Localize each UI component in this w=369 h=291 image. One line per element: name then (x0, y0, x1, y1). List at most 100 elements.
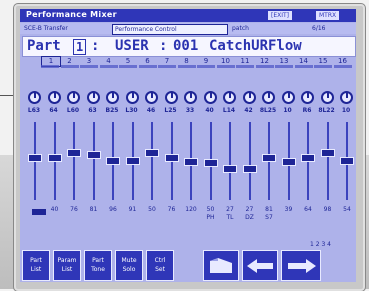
folder-button[interactable] (203, 250, 239, 281)
fader-cap[interactable] (106, 156, 120, 165)
channel-indicator (216, 65, 235, 68)
pan-value: 64 (49, 107, 58, 114)
pan-knob[interactable] (106, 91, 119, 104)
level-value: 64 (304, 206, 312, 213)
pan-knob[interactable] (67, 91, 80, 104)
fader-cap[interactable] (242, 165, 257, 174)
pan-knob[interactable] (262, 91, 275, 104)
channel-indicator (80, 65, 98, 68)
pan-knob[interactable] (47, 91, 61, 104)
function-buttons: Part List Param List Part Tone Mute Solo… (20, 250, 356, 282)
pan-knob[interactable] (242, 91, 256, 104)
channel-number[interactable]: 6 (139, 57, 157, 65)
arrow-right-icon (288, 259, 316, 273)
fader-cap[interactable] (223, 165, 237, 174)
fader-cap[interactable] (320, 149, 335, 158)
pan-knob[interactable] (203, 91, 217, 104)
fader-cap[interactable] (145, 149, 159, 158)
pan-knob[interactable] (301, 91, 314, 104)
part-tone-button[interactable]: Part Tone (84, 250, 112, 281)
exit-tag[interactable]: [EXIT] (268, 11, 293, 20)
channel-indicator (138, 65, 157, 68)
pan-value: L30 (125, 107, 138, 114)
part-bar: Part 1 : USER : 001 CatchURFlow (22, 36, 356, 57)
channel-indicator (333, 65, 352, 68)
fader-cap[interactable] (47, 154, 62, 163)
fader-track (151, 122, 153, 200)
fader-cap[interactable] (203, 159, 218, 168)
sub-label: PH (206, 214, 215, 221)
channel-number[interactable]: 11 (236, 57, 254, 65)
pan-knob[interactable] (145, 91, 158, 104)
btn-line: Param (57, 257, 77, 264)
pan-knob[interactable] (340, 91, 353, 104)
channel-number[interactable]: 8 (178, 57, 196, 65)
btn-line: Tone (91, 266, 105, 273)
fader-cap[interactable] (86, 150, 101, 159)
patch-number: 001 (173, 38, 199, 54)
mute-solo-button[interactable]: Mute Solo (115, 250, 143, 281)
level-value: 96 (109, 206, 117, 213)
fader-cap[interactable] (262, 153, 276, 162)
level-value: 40 (50, 206, 59, 213)
fader-cap[interactable] (67, 149, 81, 158)
pan-knob[interactable] (184, 91, 197, 104)
fader-cap[interactable] (125, 156, 140, 165)
channel-number[interactable]: 12 (256, 57, 274, 65)
part-list-button[interactable]: Part List (22, 250, 50, 281)
channel-number[interactable]: 3 (80, 57, 98, 65)
fader-cap[interactable] (164, 153, 179, 162)
pan-knob[interactable] (320, 91, 334, 104)
channel-number[interactable]: 7 (158, 57, 176, 65)
fader-cap[interactable] (281, 158, 296, 166)
channel-number[interactable]: 14 (295, 57, 313, 65)
channel-indicator (99, 65, 118, 68)
folder-icon (210, 258, 232, 273)
lcd-screen: Performance Mixer [EXIT] MTRX SCE-B Tran… (20, 9, 356, 282)
pan-value: 10 (283, 107, 292, 114)
pan-knob[interactable] (281, 91, 295, 104)
level-value: 27 (226, 206, 234, 213)
btn-line: List (61, 266, 73, 273)
pan-knob[interactable] (164, 91, 178, 104)
level-value: 27 (245, 206, 254, 213)
pan-value: 63 (88, 107, 97, 114)
fader-cap[interactable] (301, 153, 315, 162)
channel-indicator (41, 65, 59, 68)
arrow-right-button[interactable] (281, 250, 321, 281)
patch-name[interactable]: CatchURFlow (209, 38, 302, 55)
sub-label: TL (226, 214, 234, 221)
fader-cap[interactable] (340, 156, 354, 165)
pan-value: B25 (105, 107, 119, 114)
param-list-button[interactable]: Param List (53, 250, 81, 281)
fader-track (248, 122, 251, 200)
pan-knob[interactable] (28, 91, 41, 104)
fader-cap[interactable] (184, 158, 198, 166)
info-row: SCE-B Transfer Performance Control patch… (20, 23, 356, 35)
part-number[interactable]: 1 (73, 39, 87, 55)
pan-value: L14 (222, 107, 236, 114)
level-value: 81 (89, 206, 98, 213)
channel-number[interactable]: 16 (334, 57, 352, 65)
ctrl-set-button[interactable]: Ctrl Set (146, 250, 174, 281)
patch-bank: USER (115, 38, 149, 54)
sub-label: DZ (245, 214, 254, 221)
channel-number[interactable]: 2 (61, 57, 79, 65)
channel-number[interactable]: 5 (119, 57, 137, 65)
btn-line: Part (92, 257, 104, 264)
channel-number[interactable]: 9 (197, 57, 215, 65)
control-field[interactable]: Performance Control (112, 24, 228, 35)
channel-number[interactable]: 13 (275, 57, 293, 65)
channel-number[interactable]: 15 (314, 57, 332, 65)
pan-knob[interactable] (223, 91, 236, 104)
status-readout: 1 2 3 4 (310, 241, 331, 248)
pan-knob[interactable] (86, 91, 100, 104)
fader-cap[interactable] (28, 154, 42, 163)
pan-value: R6 (302, 107, 312, 114)
channel-indicator (294, 65, 313, 68)
pan-knob[interactable] (125, 91, 139, 104)
channel-number[interactable]: 10 (217, 57, 235, 65)
level-value: 50 (206, 206, 215, 213)
arrow-left-button[interactable] (242, 250, 278, 281)
channel-number[interactable]: 4 (100, 57, 118, 65)
